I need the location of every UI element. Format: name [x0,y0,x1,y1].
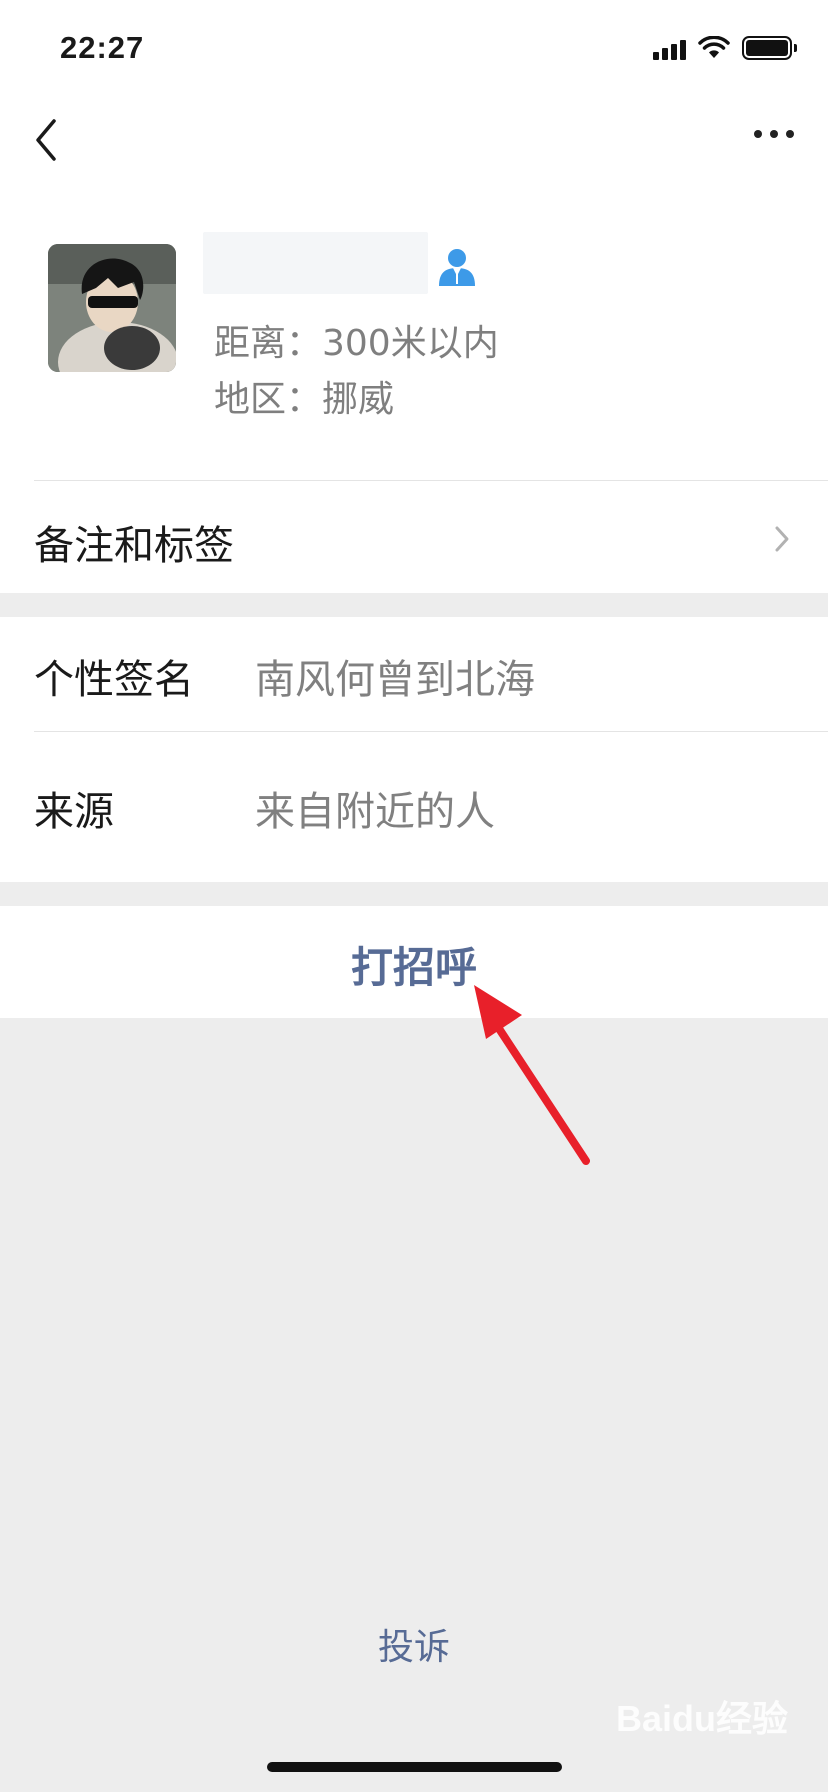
contact-person-icon [439,249,475,286]
remarks-tags-label: 备注和标签 [34,523,234,569]
signature-label: 个性签名 [34,657,194,703]
watermark: Baidu经验 [615,1698,788,1739]
region-text: 地区：挪威 [214,379,395,420]
divider [34,731,828,732]
distance-text: 距离：300米以内 [214,323,499,364]
annotation-arrow-icon [474,985,590,1165]
say-hello-label: 打招呼 [350,943,477,992]
info-group: 个性签名 南风何曾到北海 来源 来自附近的人 [0,617,828,882]
status-icons [653,36,797,60]
back-icon[interactable] [30,115,70,165]
more-options-icon[interactable] [754,130,794,138]
wifi-icon [698,36,730,58]
home-indicator[interactable] [267,1762,562,1772]
complain-link[interactable]: 投诉 [0,1618,828,1670]
status-time: 22:27 [60,30,145,65]
cellular-signal-icon [653,36,686,60]
remarks-tags-row[interactable]: 备注和标签 [0,481,828,593]
say-hello-button[interactable]: 打招呼 [0,906,828,1018]
source-value: 来自附近的人 [255,789,495,835]
chevron-right-icon [775,526,789,552]
avatar[interactable] [48,244,176,372]
signature-value: 南风何曾到北海 [255,657,535,703]
battery-icon [742,36,797,60]
nickname-blurred [203,232,428,294]
source-label: 来源 [34,789,114,835]
